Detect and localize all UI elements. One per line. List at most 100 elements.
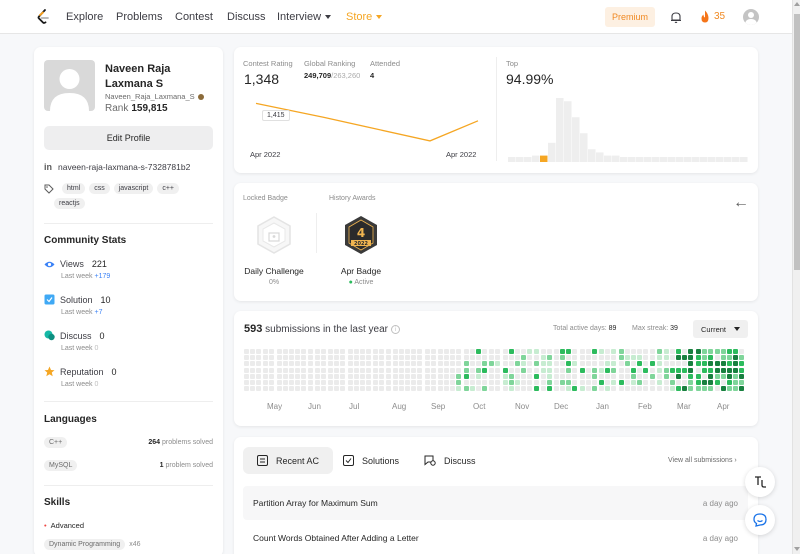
heatmap-cell[interactable] <box>321 386 327 392</box>
heatmap-cell[interactable] <box>250 380 256 385</box>
heatmap-cell[interactable] <box>579 361 585 367</box>
heatmap-cell[interactable] <box>708 380 714 385</box>
heatmap-cell[interactable] <box>631 367 636 373</box>
heatmap-cell[interactable] <box>739 361 745 367</box>
heatmap-cell[interactable] <box>643 367 649 373</box>
heatmap-cell[interactable] <box>541 361 547 367</box>
heatmap-cell[interactable] <box>649 386 655 392</box>
heatmap-cell[interactable] <box>649 361 655 367</box>
heatmap-cell[interactable] <box>378 367 384 373</box>
heatmap-cell[interactable] <box>417 361 423 367</box>
heatmap-cell[interactable] <box>353 380 359 385</box>
heatmap-cell[interactable] <box>502 386 508 392</box>
heatmap-cell[interactable] <box>411 380 417 385</box>
heatmap-cell[interactable] <box>592 386 598 392</box>
heatmap-cell[interactable] <box>720 386 726 392</box>
heatmap-cell[interactable] <box>604 380 610 385</box>
heatmap-cell[interactable] <box>417 380 423 385</box>
heatmap-cell[interactable] <box>431 349 437 354</box>
heatmap-cell[interactable] <box>482 349 488 354</box>
heatmap-cell[interactable] <box>437 380 443 385</box>
heatmap-cell[interactable] <box>604 373 610 379</box>
tag-javascript[interactable]: javascript <box>113 183 154 194</box>
heatmap-cell[interactable] <box>598 349 604 354</box>
heatmap-cell[interactable] <box>657 355 663 361</box>
heatmap-cell[interactable] <box>521 373 527 379</box>
heatmap-cell[interactable] <box>547 355 553 361</box>
heatmap-cell[interactable] <box>244 380 249 385</box>
heatmap-cell[interactable] <box>618 361 624 367</box>
distribution-bar[interactable] <box>564 101 572 162</box>
heatmap-cell[interactable] <box>649 349 655 354</box>
heatmap-cell[interactable] <box>476 367 482 373</box>
heatmap-cell[interactable] <box>340 380 345 385</box>
distribution-bar[interactable] <box>684 157 692 162</box>
heatmap-cell[interactable] <box>566 349 571 354</box>
heatmap-cell[interactable] <box>262 373 268 379</box>
heatmap-cell[interactable] <box>675 373 681 379</box>
heatmap-cell[interactable] <box>470 349 475 354</box>
heatmap-cell[interactable] <box>268 373 274 379</box>
distribution-bar[interactable] <box>596 152 604 162</box>
distribution-bar[interactable] <box>732 157 740 162</box>
heatmap-cell[interactable] <box>307 380 313 385</box>
heatmap-cell[interactable] <box>559 386 565 392</box>
heatmap-cell[interactable] <box>476 349 482 354</box>
heatmap-cell[interactable] <box>301 361 307 367</box>
distribution-bar[interactable] <box>588 149 596 162</box>
heatmap-cell[interactable] <box>276 355 282 361</box>
heatmap-cell[interactable] <box>307 386 313 392</box>
distribution-bar[interactable] <box>700 157 708 162</box>
heatmap-cell[interactable] <box>696 349 701 354</box>
heatmap-cell[interactable] <box>579 373 585 379</box>
distribution-bar[interactable] <box>740 157 748 162</box>
heatmap-cell[interactable] <box>301 386 307 392</box>
distribution-bar[interactable] <box>636 157 644 162</box>
distribution-bar[interactable] <box>604 155 612 162</box>
heatmap-cell[interactable] <box>262 349 268 354</box>
heatmap-cell[interactable] <box>643 349 649 354</box>
heatmap-cell[interactable] <box>637 373 643 379</box>
heatmap-cell[interactable] <box>533 355 539 361</box>
heatmap-cell[interactable] <box>508 386 514 392</box>
heatmap-cell[interactable] <box>372 355 378 361</box>
heatmap-cell[interactable] <box>604 361 610 367</box>
heatmap-cell[interactable] <box>425 355 431 361</box>
heatmap-cell[interactable] <box>307 367 313 373</box>
heatmap-cell[interactable] <box>688 355 694 361</box>
heatmap-cell[interactable] <box>682 367 688 373</box>
heatmap-cell[interactable] <box>598 361 604 367</box>
heatmap-cell[interactable] <box>541 386 547 392</box>
heatmap-cell[interactable] <box>649 373 655 379</box>
heatmap-cell[interactable] <box>637 380 643 385</box>
heatmap-cell[interactable] <box>733 349 739 354</box>
heatmap-cell[interactable] <box>708 386 714 392</box>
heatmap-cell[interactable] <box>398 367 404 373</box>
heatmap-cell[interactable] <box>610 380 616 385</box>
heatmap-cell[interactable] <box>696 373 701 379</box>
heatmap-cell[interactable] <box>702 373 708 379</box>
heatmap-cell[interactable] <box>353 386 359 392</box>
heatmap-cell[interactable] <box>250 355 256 361</box>
heatmap-cell[interactable] <box>663 355 669 361</box>
heatmap-cell[interactable] <box>463 380 469 385</box>
heatmap-cell[interactable] <box>315 349 321 354</box>
heatmap-cell[interactable] <box>372 361 378 367</box>
heatmap-cell[interactable] <box>502 367 508 373</box>
heatmap-cell[interactable] <box>386 361 392 367</box>
heatmap-cell[interactable] <box>470 373 475 379</box>
language-tag[interactable]: C++ <box>44 437 68 448</box>
heatmap-cell[interactable] <box>688 373 694 379</box>
distribution-bar[interactable] <box>708 157 716 162</box>
heatmap-cell[interactable] <box>604 349 610 354</box>
heatmap-cell[interactable] <box>624 361 630 367</box>
heatmap-cell[interactable] <box>657 386 663 392</box>
heatmap-cell[interactable] <box>663 380 669 385</box>
heatmap-cell[interactable] <box>631 349 636 354</box>
heatmap-cell[interactable] <box>592 367 598 373</box>
heatmap-cell[interactable] <box>315 355 321 361</box>
heatmap-cell[interactable] <box>720 349 726 354</box>
heatmap-cell[interactable] <box>675 386 681 392</box>
heatmap-cell[interactable] <box>669 367 675 373</box>
heatmap-cell[interactable] <box>288 361 294 367</box>
